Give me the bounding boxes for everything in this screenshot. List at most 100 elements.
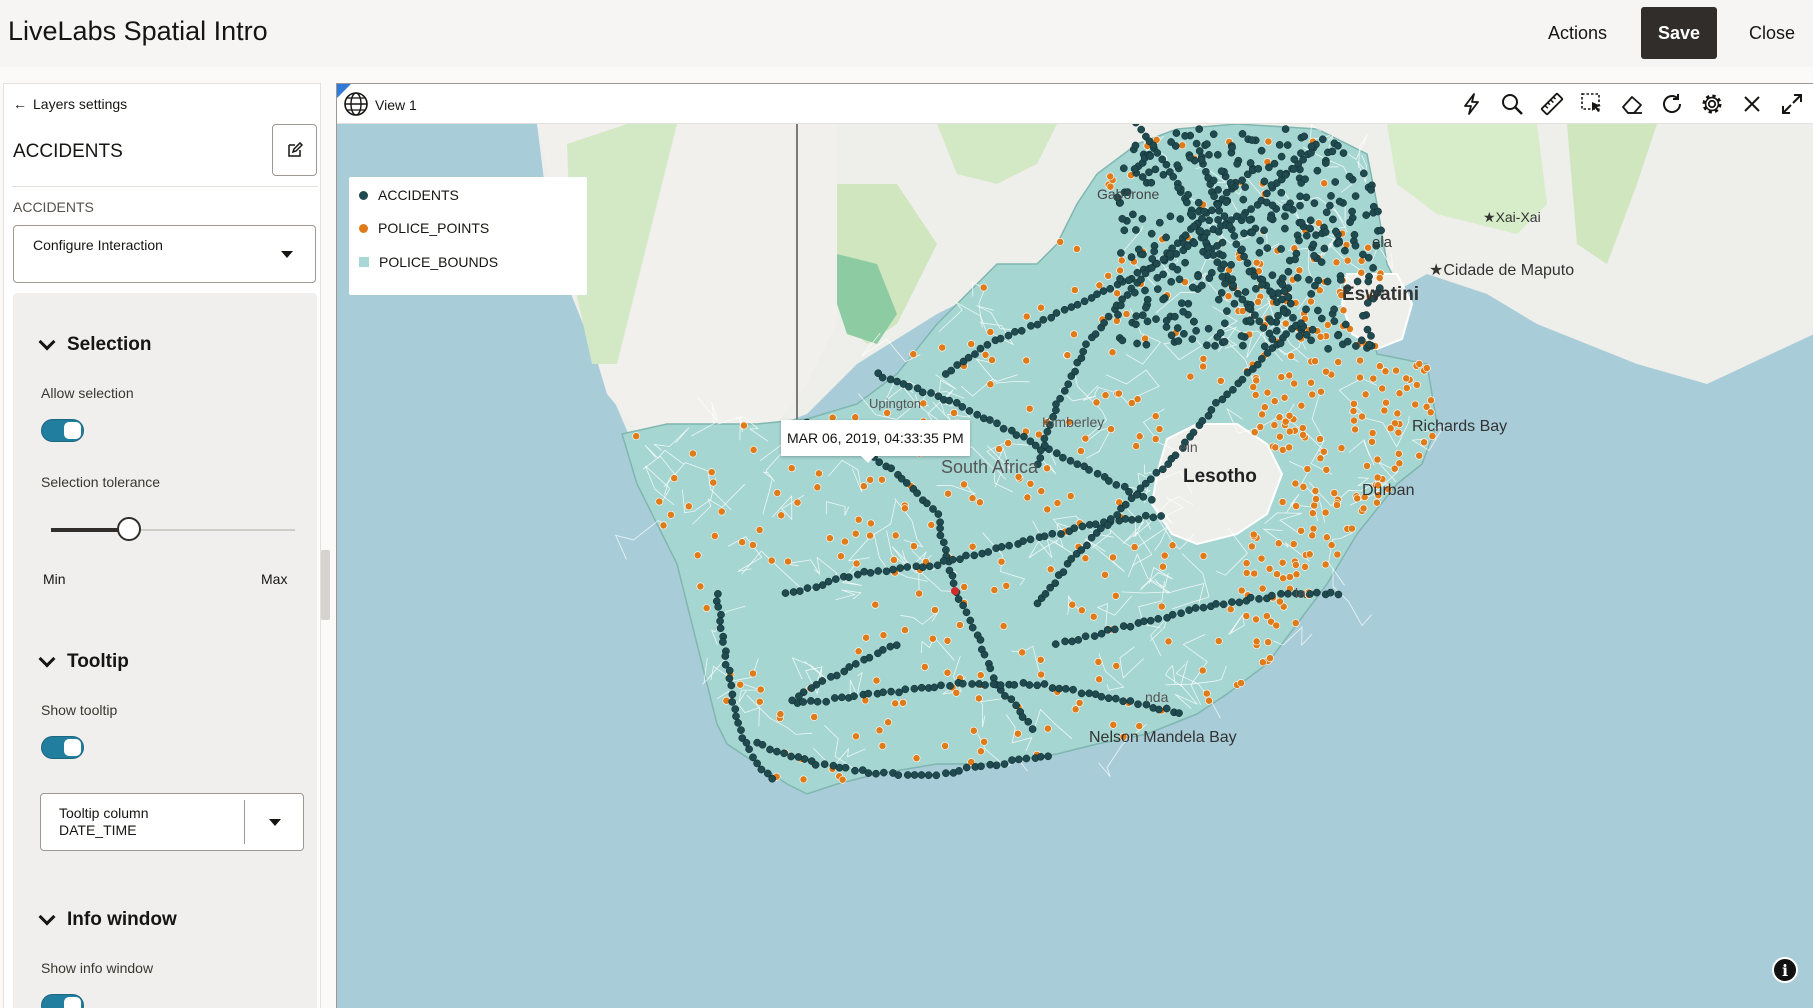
police-point[interactable] xyxy=(1037,303,1045,312)
gear-icon[interactable] xyxy=(1699,91,1725,117)
accident-point[interactable] xyxy=(1159,295,1167,304)
accident-point[interactable] xyxy=(918,388,927,397)
accident-point[interactable] xyxy=(973,410,982,419)
accident-point[interactable] xyxy=(1064,380,1073,389)
police-point[interactable] xyxy=(1002,581,1011,590)
accident-point[interactable] xyxy=(1256,236,1264,245)
police-point[interactable] xyxy=(901,504,909,513)
police-point[interactable] xyxy=(1275,413,1284,422)
accident-point[interactable] xyxy=(1169,172,1178,181)
police-point[interactable] xyxy=(1266,654,1274,663)
police-point[interactable] xyxy=(1073,245,1081,253)
accident-point[interactable] xyxy=(1026,535,1035,544)
map-canvas[interactable]: Gaborone ★Xai-Xai ★Cidade de Maputo ela … xyxy=(337,118,1813,1008)
accident-point[interactable] xyxy=(1300,132,1309,141)
accident-point[interactable] xyxy=(1106,284,1115,293)
police-point[interactable] xyxy=(1278,498,1287,506)
accident-point[interactable] xyxy=(1255,248,1264,257)
accident-point[interactable] xyxy=(1235,598,1244,607)
accident-point[interactable] xyxy=(1061,684,1070,693)
police-point[interactable] xyxy=(749,669,757,678)
accident-point[interactable] xyxy=(1365,340,1374,349)
accident-point[interactable] xyxy=(912,562,921,571)
police-point[interactable] xyxy=(938,343,947,352)
accident-point[interactable] xyxy=(1177,299,1186,308)
accident-point[interactable] xyxy=(1186,210,1195,218)
accident-point[interactable] xyxy=(934,510,943,518)
accident-point[interactable] xyxy=(1247,205,1255,213)
accident-point[interactable] xyxy=(780,749,788,758)
accident-point[interactable] xyxy=(796,587,804,595)
police-point[interactable] xyxy=(1333,501,1341,509)
configure-interaction-select[interactable]: Configure Interaction xyxy=(13,225,316,283)
accident-point[interactable] xyxy=(1080,297,1089,306)
accident-point[interactable] xyxy=(1069,685,1077,694)
police-point[interactable] xyxy=(1415,359,1424,368)
accident-point[interactable] xyxy=(1362,211,1371,219)
accident-point[interactable] xyxy=(933,561,942,570)
police-point[interactable] xyxy=(866,475,875,484)
accident-point[interactable] xyxy=(942,546,950,554)
police-point[interactable] xyxy=(1322,465,1331,474)
police-point[interactable] xyxy=(1321,508,1330,517)
accident-point[interactable] xyxy=(970,551,979,560)
police-point[interactable] xyxy=(1357,256,1366,265)
accident-point[interactable] xyxy=(1357,336,1366,345)
accident-point[interactable] xyxy=(1203,251,1212,260)
accident-point[interactable] xyxy=(1322,208,1331,217)
accident-point[interactable] xyxy=(1301,175,1309,184)
accident-point[interactable] xyxy=(1012,701,1020,710)
police-point[interactable] xyxy=(1037,487,1046,496)
accident-point[interactable] xyxy=(1175,275,1184,284)
accident-point[interactable] xyxy=(1040,434,1049,443)
accident-point[interactable] xyxy=(1132,490,1141,499)
accident-point[interactable] xyxy=(1048,684,1057,692)
police-point[interactable] xyxy=(1258,658,1267,667)
accident-point[interactable] xyxy=(1228,143,1236,152)
accident-point[interactable] xyxy=(1134,700,1142,709)
accident-point[interactable] xyxy=(766,745,774,754)
police-point[interactable] xyxy=(1378,384,1387,393)
police-point[interactable] xyxy=(1095,675,1103,684)
police-point[interactable] xyxy=(967,340,976,348)
police-point[interactable] xyxy=(1280,393,1289,402)
accident-point[interactable] xyxy=(714,603,723,611)
selected-accident-point[interactable] xyxy=(951,587,959,595)
accident-point[interactable] xyxy=(1185,606,1193,614)
police-point[interactable] xyxy=(814,469,823,478)
police-point[interactable] xyxy=(1132,442,1141,450)
accident-point[interactable] xyxy=(874,567,883,575)
tooltip-section-toggle[interactable]: Tooltip xyxy=(38,650,129,673)
police-point[interactable] xyxy=(952,688,961,697)
accident-point[interactable] xyxy=(1329,215,1337,224)
accident-point[interactable] xyxy=(986,664,995,673)
accident-point[interactable] xyxy=(1145,168,1153,177)
police-point[interactable] xyxy=(793,498,802,507)
accident-point[interactable] xyxy=(1238,176,1246,185)
accident-point[interactable] xyxy=(889,565,897,574)
police-point[interactable] xyxy=(773,488,782,497)
accident-point[interactable] xyxy=(1252,284,1260,293)
accident-point[interactable] xyxy=(962,763,971,772)
police-point[interactable] xyxy=(1023,493,1032,502)
accident-point[interactable] xyxy=(1210,192,1218,201)
police-point[interactable] xyxy=(1014,729,1022,738)
police-point[interactable] xyxy=(777,511,786,520)
police-point[interactable] xyxy=(1281,319,1290,328)
accident-point[interactable] xyxy=(1091,330,1100,338)
accident-point[interactable] xyxy=(1286,299,1295,308)
accident-point[interactable] xyxy=(1265,163,1273,172)
accident-point[interactable] xyxy=(1180,329,1188,338)
accident-point[interactable] xyxy=(1051,579,1060,588)
police-point[interactable] xyxy=(943,668,952,677)
accident-point[interactable] xyxy=(1155,218,1164,227)
accident-point[interactable] xyxy=(1314,306,1322,315)
police-point[interactable] xyxy=(1402,374,1411,383)
accident-point[interactable] xyxy=(1022,754,1031,763)
accident-point[interactable] xyxy=(996,334,1005,343)
accident-point[interactable] xyxy=(1326,588,1335,597)
accident-point[interactable] xyxy=(1334,141,1342,150)
accident-point[interactable] xyxy=(1078,522,1087,531)
accident-point[interactable] xyxy=(1121,500,1130,509)
accident-point[interactable] xyxy=(1116,275,1124,283)
